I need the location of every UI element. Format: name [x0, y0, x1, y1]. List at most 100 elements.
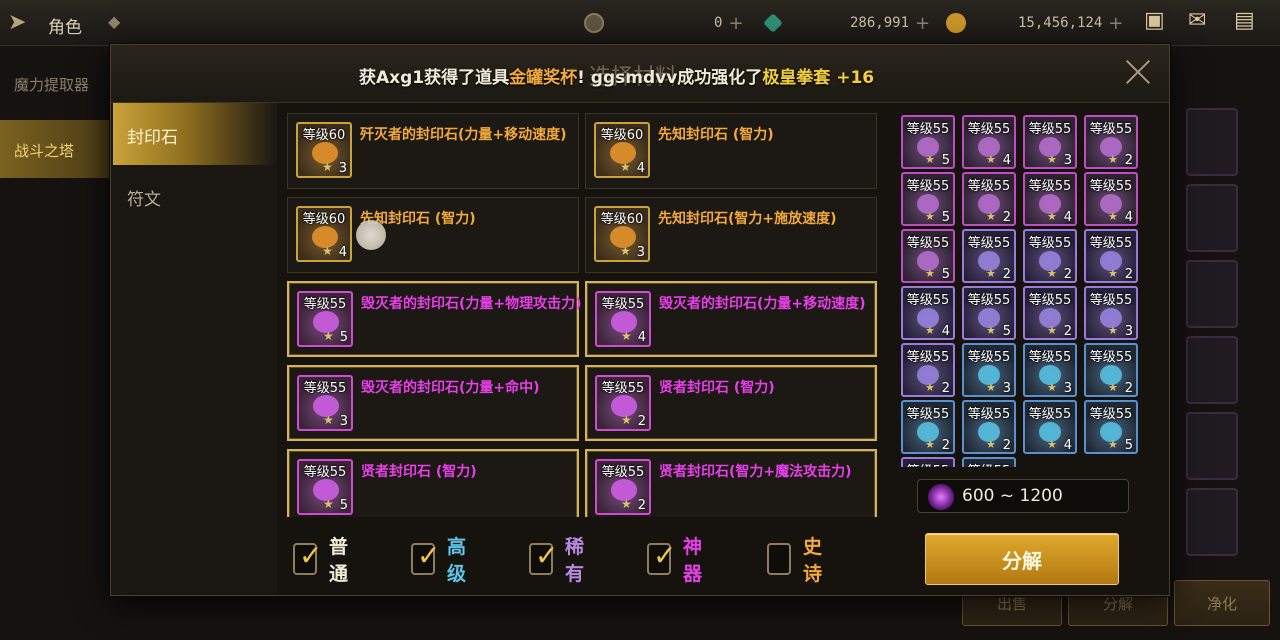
close-icon[interactable]	[1123, 57, 1153, 87]
back-arrow-icon[interactable]: ➤	[8, 10, 36, 36]
slot-count: 4	[1002, 153, 1011, 168]
material-slot[interactable]: 等级55 ★ 2	[1084, 343, 1138, 397]
filter-rare[interactable]: ✓ 稀有	[529, 536, 592, 585]
checkbox[interactable]: ✓	[529, 539, 558, 575]
material-slot[interactable]: 等级55 ★ 4	[1023, 172, 1077, 226]
material-slot[interactable]: 等级55 ★ 3	[1023, 115, 1077, 169]
slot-level: 等级55	[1028, 293, 1072, 308]
material-slot[interactable]: 等级55 ★ 3	[1023, 343, 1077, 397]
ticker-enhance-level: +16	[830, 68, 875, 88]
material-slot[interactable]: 等级55 ★ 2	[962, 229, 1016, 283]
filter-advanced[interactable]: ✓ 高级	[411, 536, 474, 585]
star-icon: ★	[1108, 153, 1118, 166]
seal-stone-thumbnail: 等级55 ★ 2	[595, 459, 651, 515]
material-slot[interactable]: 等级55 ★ 3	[1084, 286, 1138, 340]
list-item[interactable]: 等级60 ★ 3 先知封印石(智力+施放速度)	[585, 197, 877, 273]
material-slot[interactable]: 等级55 ★ 2	[1084, 229, 1138, 283]
material-slot[interactable]: 等级55 ★ 3	[962, 343, 1016, 397]
item-count: 4	[637, 330, 646, 345]
announcement-ticker: 获Axg1获得了道具金罐奖杯! ggsmdvv成功强化了极皇拳套 +16	[359, 63, 874, 88]
material-slot[interactable]: 等级55 ★ 5	[901, 172, 955, 226]
slot-level: 等级55	[964, 460, 1014, 467]
material-slot[interactable]: 等级55 ★ 4	[901, 286, 955, 340]
item-count: 3	[636, 245, 645, 260]
list-item[interactable]: 等级55 ★ 2 贤者封印石 (智力)	[585, 365, 877, 441]
currency-amount: 0	[714, 15, 723, 31]
material-slot[interactable]: 等级55 ★ 2	[901, 343, 955, 397]
material-slot[interactable]: 等级55 ★ 2	[1023, 286, 1077, 340]
item-level: 等级55	[601, 465, 645, 480]
list-item[interactable]: 等级60 ★ 4 先知封印石 (智力)	[585, 113, 877, 189]
slot-level: 等级55	[1028, 407, 1072, 422]
slot-count: 4	[1063, 210, 1072, 225]
list-item[interactable]: 等级55 ★ 5 贤者封印石 (智力)	[287, 449, 579, 517]
material-slot[interactable]: 等级55 ★ 5	[901, 229, 955, 283]
list-item[interactable]: 等级60 ★ 4 先知封印石 (智力)	[287, 197, 579, 273]
list-item[interactable]: 等级55 ★ 4 毁灭者的封印石(力量+移动速度)	[585, 281, 877, 357]
tab-seal-stone[interactable]: 封印石	[113, 103, 277, 165]
material-slot[interactable]: 等级55★	[901, 457, 955, 467]
decompose-button[interactable]: 分解	[925, 533, 1119, 585]
chat-icon[interactable]: ▤	[1234, 8, 1255, 38]
material-slot[interactable]: 等级55 ★ 5	[962, 286, 1016, 340]
material-slot[interactable]: 等级55★	[962, 457, 1016, 467]
star-icon: ★	[986, 267, 996, 280]
item-name: 贤者封印石 (智力)	[659, 380, 775, 396]
slot-level: 等级55	[1028, 179, 1072, 194]
mail-icon[interactable]: ✉	[1188, 8, 1206, 38]
crescent-coin-icon	[584, 13, 604, 33]
material-slot[interactable]: 等级55 ★ 4	[1084, 172, 1138, 226]
seal-stone-thumbnail: 等级55 ★ 2	[595, 375, 651, 431]
slot-level: 等级55	[1089, 293, 1133, 308]
checkmark-icon: ✓	[417, 539, 441, 572]
checkbox[interactable]: ✓	[293, 539, 322, 575]
inventory-bag-icon[interactable]: ▣	[1144, 8, 1165, 38]
tab-rune[interactable]: 符文	[113, 165, 277, 227]
material-slot[interactable]: 等级55 ★ 4	[1023, 400, 1077, 454]
material-slot[interactable]: 等级55 ★ 2	[901, 400, 955, 454]
list-item[interactable]: 等级55 ★ 5 毁灭者的封印石(力量+物理攻击力)	[287, 281, 582, 357]
checkmark-icon: ✓	[299, 539, 323, 572]
help-icon[interactable]: ◆	[108, 12, 132, 34]
slot-level: 等级55	[1028, 350, 1072, 365]
material-slot[interactable]: 等级55 ★ 5	[1084, 400, 1138, 454]
filter-artifact[interactable]: ✓ 神器	[647, 536, 710, 585]
seal-stone-thumbnail: 等级55 ★ 3	[297, 375, 353, 431]
star-icon: ★	[621, 413, 632, 427]
filter-normal[interactable]: ✓ 普通	[293, 536, 356, 585]
list-item[interactable]: 等级55 ★ 3 毁灭者的封印石(力量+命中)	[287, 365, 579, 441]
material-slot[interactable]: 等级55 ★ 4	[962, 115, 1016, 169]
add-currency-button[interactable]: +	[1108, 13, 1123, 34]
slot-count: 3	[1063, 153, 1072, 168]
slot-level: 等级55	[1089, 122, 1133, 137]
item-name: 歼灭者的封印石(力量+移动速度)	[360, 127, 567, 143]
filter-label: 高级	[446, 536, 466, 585]
filter-epic[interactable]: 史诗	[767, 536, 830, 585]
slot-count: 2	[1124, 153, 1133, 168]
list-item[interactable]: 等级55 ★ 2 贤者封印石(智力+魔法攻击力)	[585, 449, 877, 517]
slot-level: 等级55	[967, 122, 1011, 137]
slot-count: 2	[1124, 267, 1133, 282]
material-slot[interactable]: 等级55 ★ 5	[901, 115, 955, 169]
list-item[interactable]: 等级60 ★ 3 歼灭者的封印石(力量+移动速度)	[287, 113, 579, 189]
slot-count: 2	[1002, 267, 1011, 282]
star-icon: ★	[1108, 210, 1118, 223]
side-tab-battle-tower[interactable]: 战斗之塔	[0, 120, 110, 178]
material-slot[interactable]: 等级55 ★ 2	[962, 400, 1016, 454]
material-slot[interactable]: 等级55 ★ 2	[1023, 229, 1077, 283]
purify-button[interactable]: 净化	[1174, 580, 1270, 626]
checkbox[interactable]: ✓	[411, 539, 440, 575]
star-icon: ★	[986, 381, 996, 394]
material-slot[interactable]: 等级55 ★ 2	[1084, 115, 1138, 169]
side-tab-mana-extractor[interactable]: 魔力提取器	[0, 54, 110, 112]
item-count: 2	[637, 414, 646, 429]
checkbox[interactable]	[767, 543, 791, 575]
star-icon: ★	[322, 160, 333, 174]
checkbox[interactable]: ✓	[647, 539, 676, 575]
slot-count: 2	[1063, 267, 1072, 282]
slot-count: 5	[1002, 324, 1011, 339]
material-slot[interactable]: 等级55 ★ 2	[962, 172, 1016, 226]
item-count: 4	[636, 161, 645, 176]
add-currency-button[interactable]: +	[728, 13, 743, 34]
add-currency-button[interactable]: +	[915, 13, 930, 34]
